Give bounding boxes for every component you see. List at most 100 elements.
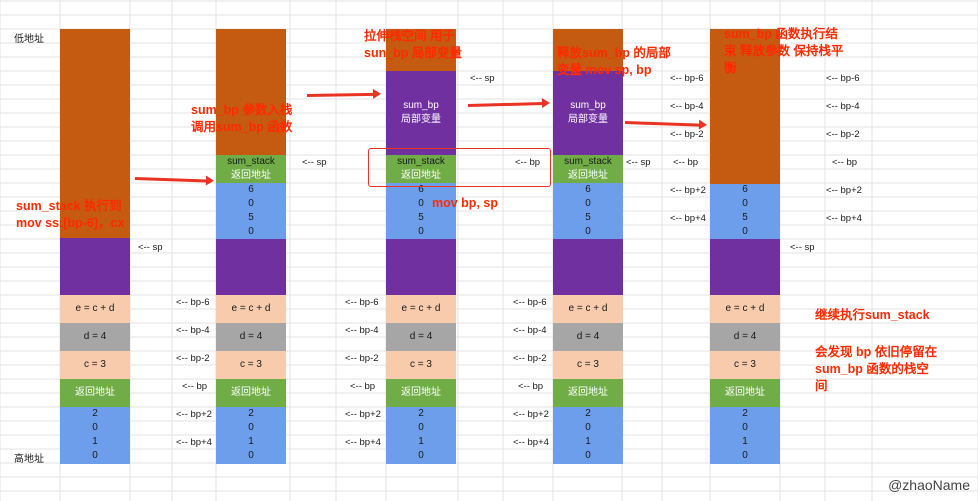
annotation-line: sun_bp 局部变量 (364, 46, 462, 60)
annotation-line: 会发现 bp 依旧停留在 (815, 345, 938, 359)
bp-minus-4-pointer: <-- bp-4 (513, 325, 547, 336)
bp-pointer: <-- bp (350, 381, 376, 392)
bp-pointer: <-- bp (182, 381, 208, 392)
cell-e: e = c + d (553, 295, 623, 323)
sum-stack-label: sum_stack (227, 156, 275, 167)
annotation-line: 变量 mov sp, bp (557, 63, 652, 77)
cell-e: e = c + d (710, 295, 780, 323)
bp-minus-4-pointer: <-- bp-4 (826, 101, 860, 112)
annotation-stretch-stack: 拉伸栈空间 用于 sun_bp 局部变量 (364, 28, 462, 62)
annotation-line: 释放sum_bp 的局部 (557, 46, 671, 60)
free-stack-space (216, 29, 286, 155)
bp-plus-2-pointer: <-- bp+2 (176, 409, 212, 420)
arg-value-0: 0 (742, 198, 748, 209)
annotation-line: sum_bp 函数执行结 (724, 27, 838, 41)
cell-return-address: 返回地址 (386, 379, 456, 407)
arg-value-0b: 0 (418, 226, 424, 237)
annotation-line: 拉伸栈空间 用于 (364, 29, 455, 43)
arg-value-0: 0 (248, 198, 254, 209)
bp-plus-4-pointer: <-- bp+4 (513, 437, 549, 448)
arg-value-0b: 0 (248, 226, 254, 237)
param-value-1: 1 (418, 436, 424, 447)
arg-value-5: 5 (585, 212, 591, 223)
annotation-function-end: sum_bp 函数执行结 束 释放参数 保持栈平 衡 (724, 26, 843, 77)
bp-minus-6-pointer: <-- bp-6 (513, 297, 547, 308)
cell-c: c = 3 (710, 351, 780, 379)
cell-d: d = 4 (710, 323, 780, 351)
cell-c: c = 3 (60, 351, 130, 379)
bp-plus-4-pointer: <-- bp+4 (670, 213, 706, 224)
bp-pointer: <-- bp (832, 157, 858, 168)
stack-column-4: sum_bp 局部变量 e = c + d d = 4 c = 3 返回地址 (553, 29, 623, 464)
param-value-2: 2 (92, 408, 98, 419)
param-value-2: 2 (742, 408, 748, 419)
arg-value-5: 5 (248, 212, 254, 223)
param-value-0: 0 (418, 422, 424, 433)
return-address-label: 返回地址 (568, 170, 608, 181)
sp-pointer: <-- sp (790, 242, 815, 253)
param-value-0b: 0 (585, 450, 591, 461)
watermark: @zhaoName (888, 477, 970, 493)
arg-value-0b: 0 (585, 226, 591, 237)
annotation-sum-stack-exec: sum_stack 执行到 mov ss:[bp-6]，cx (16, 198, 124, 232)
stack-column-2: e = c + d d = 4 c = 3 返回地址 (216, 29, 286, 464)
param-value-1: 1 (248, 436, 254, 447)
sp-pointer: <-- sp (302, 157, 327, 168)
sum-stack-label: sum_stack (564, 156, 612, 167)
param-value-2: 2 (418, 408, 424, 419)
param-value-1: 1 (742, 436, 748, 447)
param-value-1: 1 (585, 436, 591, 447)
arg-value-5: 5 (742, 212, 748, 223)
annotation-line: 调用sum_bp 函数 (191, 120, 293, 134)
annotation-release-locals: 释放sum_bp 的局部 变量 mov sp, bp (557, 45, 671, 79)
sp-pointer: <-- sp (138, 242, 163, 253)
bp-plus-4-pointer: <-- bp+4 (345, 437, 381, 448)
sp-pointer: <-- sp (626, 157, 651, 168)
sp-pointer: <-- sp (470, 73, 495, 84)
bp-plus-2-pointer: <-- bp+2 (670, 185, 706, 196)
local-variable-space (60, 238, 130, 295)
arg-value-6: 6 (742, 184, 748, 195)
sum-bp-locals-block: sum_bp 局部变量 (553, 71, 623, 155)
annotation-line: sum_bp 参数入栈 (191, 103, 293, 117)
bp-minus-6-pointer: <-- bp-6 (670, 73, 704, 84)
param-value-0b: 0 (418, 450, 424, 461)
high-address-label: 高地址 (14, 454, 44, 465)
param-value-0: 0 (585, 422, 591, 433)
cell-d: d = 4 (216, 323, 286, 351)
local-variable-space (386, 239, 456, 295)
cell-e: e = c + d (60, 295, 130, 323)
cell-d: d = 4 (60, 323, 130, 351)
cell-e: e = c + d (386, 295, 456, 323)
cell-return-address: 返回地址 (216, 379, 286, 407)
bp-minus-4-pointer: <-- bp-4 (345, 325, 379, 336)
annotation-line: 束 释放参数 保持栈平 (724, 44, 844, 58)
stack-column-3: sum_bp 局部变量 e = c + d d = 4 c = 3 返回地址 (386, 29, 456, 464)
annotation-line: 间 (815, 379, 828, 393)
sum-bp-locals-block: sum_bp 局部变量 (386, 71, 456, 155)
bp-minus-2-pointer: <-- bp-2 (176, 353, 210, 364)
local-variable-space (710, 239, 780, 295)
local-variable-space (216, 239, 286, 295)
cell-c: c = 3 (216, 351, 286, 379)
cell-return-address: 返回地址 (710, 379, 780, 407)
cell-c: c = 3 (386, 351, 456, 379)
annotation-line: 衡 (724, 61, 737, 75)
param-value-1: 1 (92, 436, 98, 447)
bp-minus-2-pointer: <-- bp-2 (513, 353, 547, 364)
bp-plus-2-pointer: <-- bp+2 (513, 409, 549, 420)
bp-minus-6-pointer: <-- bp-6 (345, 297, 379, 308)
cell-return-address: 返回地址 (60, 379, 130, 407)
bp-plus-4-pointer: <-- bp+4 (176, 437, 212, 448)
param-value-0b: 0 (248, 450, 254, 461)
bp-pointer: <-- bp (673, 157, 699, 168)
arg-value-6: 6 (585, 184, 591, 195)
cell-return-address: 返回地址 (553, 379, 623, 407)
local-variable-space (553, 239, 623, 295)
highlight-box (368, 148, 551, 187)
locals-label: 局部变量 (401, 114, 441, 125)
param-value-0b: 0 (742, 450, 748, 461)
bp-minus-4-pointer: <-- bp-4 (176, 325, 210, 336)
bp-plus-2-pointer: <-- bp+2 (826, 185, 862, 196)
cell-d: d = 4 (553, 323, 623, 351)
